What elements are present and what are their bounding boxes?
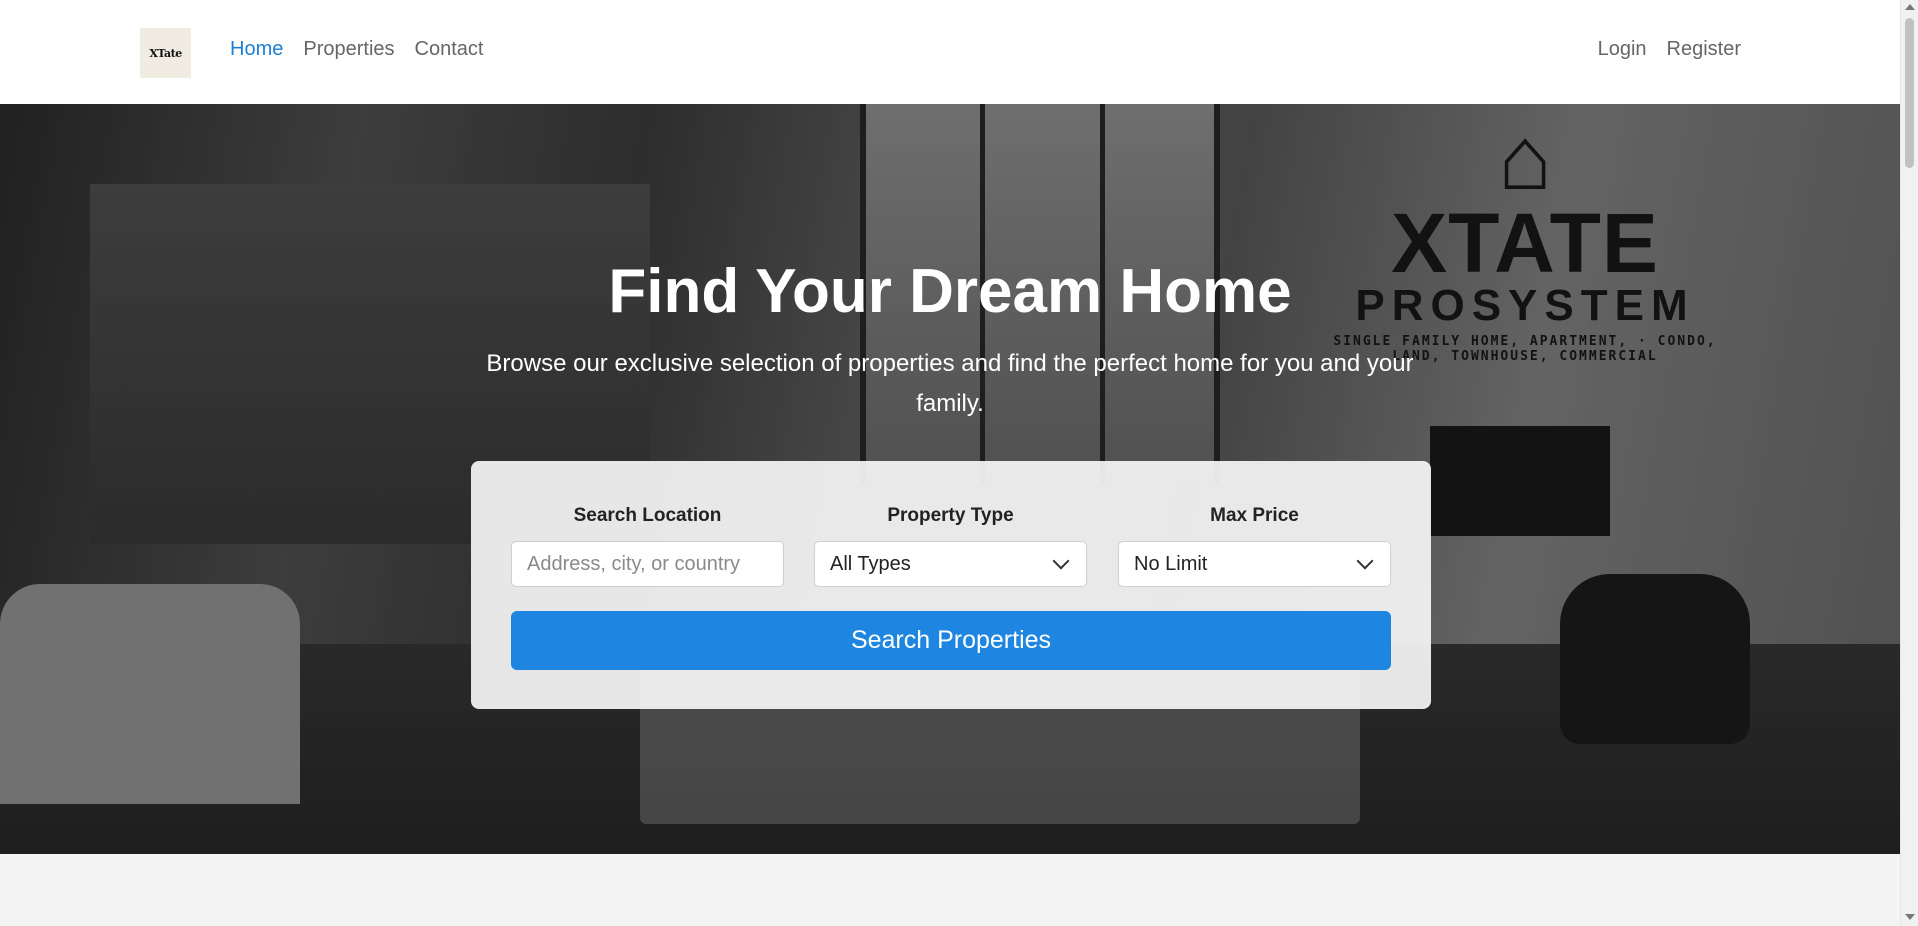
property-type-select[interactable]: All Types (814, 541, 1087, 587)
register-link[interactable]: Register (1657, 38, 1751, 61)
location-input[interactable]: Address, city, or country (511, 541, 784, 587)
nav-link-properties[interactable]: Properties (293, 38, 404, 61)
hero-title: Find Your Dream Home (608, 257, 1292, 326)
logo-text: XTate (149, 46, 182, 60)
max-price-label: Max Price (1210, 505, 1299, 526)
max-price-select[interactable]: No Limit (1118, 541, 1391, 587)
scroll-up-icon[interactable] (1905, 4, 1915, 10)
search-properties-button[interactable]: Search Properties (511, 611, 1391, 670)
max-price-value: No Limit (1134, 552, 1208, 575)
auth-nav: Login Register (1588, 38, 1751, 61)
main-nav: Home Properties Contact (220, 38, 493, 61)
location-label: Search Location (573, 505, 722, 526)
chevron-down-icon (1052, 552, 1070, 570)
max-price-field: Max Price No Limit (1118, 505, 1391, 587)
login-link[interactable]: Login (1588, 38, 1657, 61)
hero-section: ⌂ XTATE PROSYSTEM SINGLE FAMILY HOME, AP… (0, 104, 1900, 854)
hero-subtitle: Browse our exclusive selection of proper… (486, 350, 1414, 417)
location-field: Search Location Address, city, or countr… (511, 505, 784, 587)
scroll-down-icon[interactable] (1905, 914, 1915, 920)
scroll-thumb[interactable] (1905, 18, 1914, 168)
nav-link-contact[interactable]: Contact (405, 38, 494, 61)
page-scrollbar[interactable] (1900, 0, 1918, 926)
property-type-value: All Types (830, 552, 911, 575)
search-card: Search Location Address, city, or countr… (471, 461, 1431, 709)
site-logo[interactable]: XTate (140, 28, 191, 78)
navbar: XTate Home Properties Contact Login Regi… (0, 0, 1900, 104)
chevron-down-icon (1356, 552, 1374, 570)
content-section (0, 854, 1900, 926)
property-type-field: Property Type All Types (814, 505, 1087, 587)
nav-link-home[interactable]: Home (220, 38, 293, 61)
property-type-label: Property Type (887, 505, 1014, 526)
